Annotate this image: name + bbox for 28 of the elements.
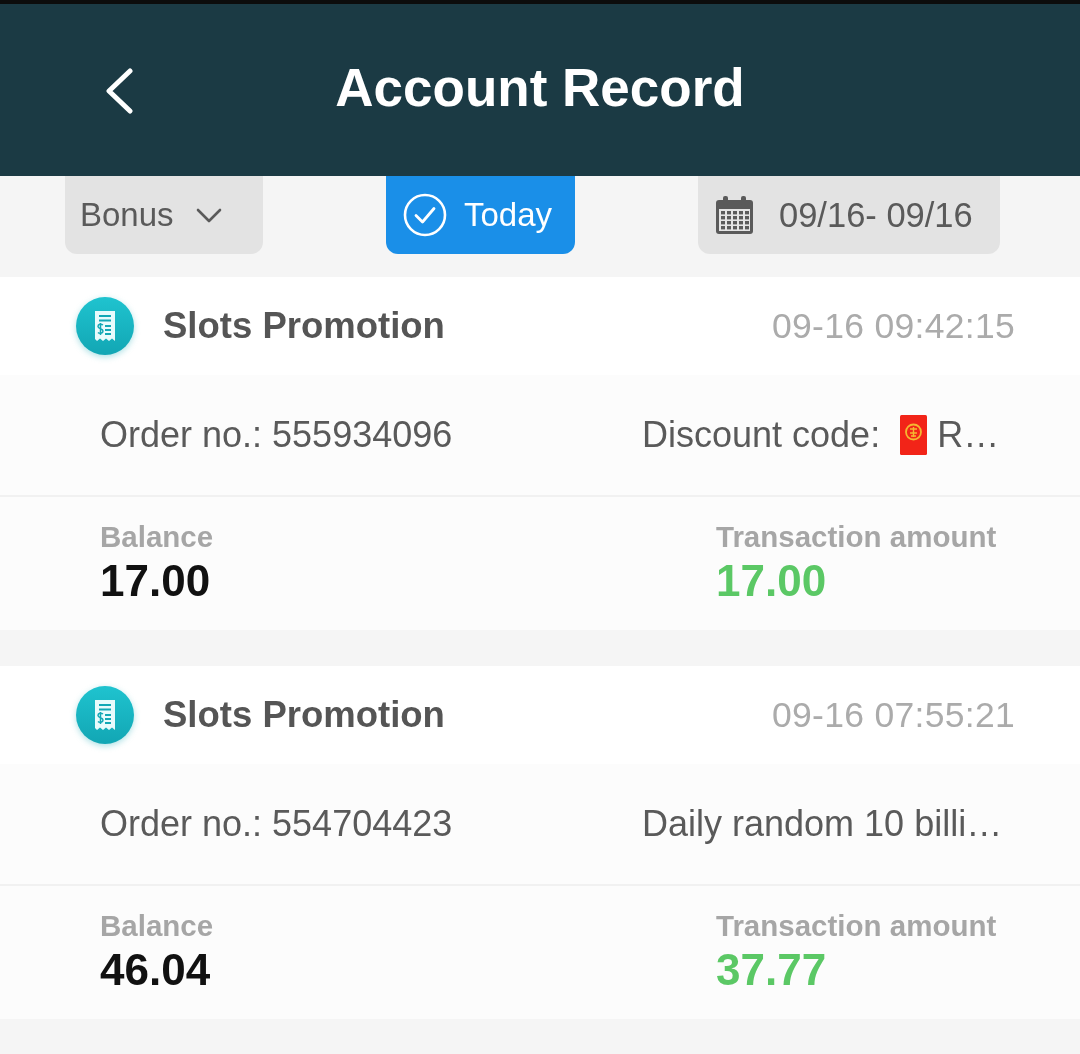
order-number: Order no.: 554704423 <box>100 803 453 845</box>
transaction-amount-value: 37.77 <box>716 946 827 994</box>
calendar-icon <box>715 195 754 235</box>
balance-label: Balance <box>100 520 214 554</box>
today-toggle[interactable]: Today <box>386 176 575 254</box>
back-chevron-icon <box>105 68 133 114</box>
record-time: 09-16 07:55:21 <box>771 694 1015 736</box>
type-dropdown[interactable]: Bonus <box>65 176 263 254</box>
receipt-icon <box>75 296 135 356</box>
discount-code-label: Discount code: <box>642 414 881 456</box>
transaction-amount-label: Transaction amount <box>716 909 997 943</box>
check-circle-icon <box>403 193 447 237</box>
record-time: 09-16 09:42:15 <box>771 305 1015 347</box>
balance-value: 17.00 <box>100 557 211 605</box>
order-number: Order no.: 555934096 <box>100 414 453 456</box>
record-title: Slots Promotion <box>163 694 445 736</box>
discount-code-value: R… <box>937 414 1000 456</box>
page-title: Account Record <box>335 56 745 118</box>
chevron-down-icon <box>195 207 222 223</box>
date-range-button[interactable]: 09/16- 09/16 <box>698 176 1000 254</box>
transaction-amount-value: 17.00 <box>716 557 827 605</box>
transaction-amount-label: Transaction amount <box>716 520 997 554</box>
balance-value: 46.04 <box>100 946 211 994</box>
envelope-icon <box>900 415 928 455</box>
balance-label: Balance <box>100 909 214 943</box>
receipt-icon <box>75 685 135 745</box>
record-title: Slots Promotion <box>163 305 445 347</box>
record-note: Daily random 10 billi… <box>642 803 1003 845</box>
